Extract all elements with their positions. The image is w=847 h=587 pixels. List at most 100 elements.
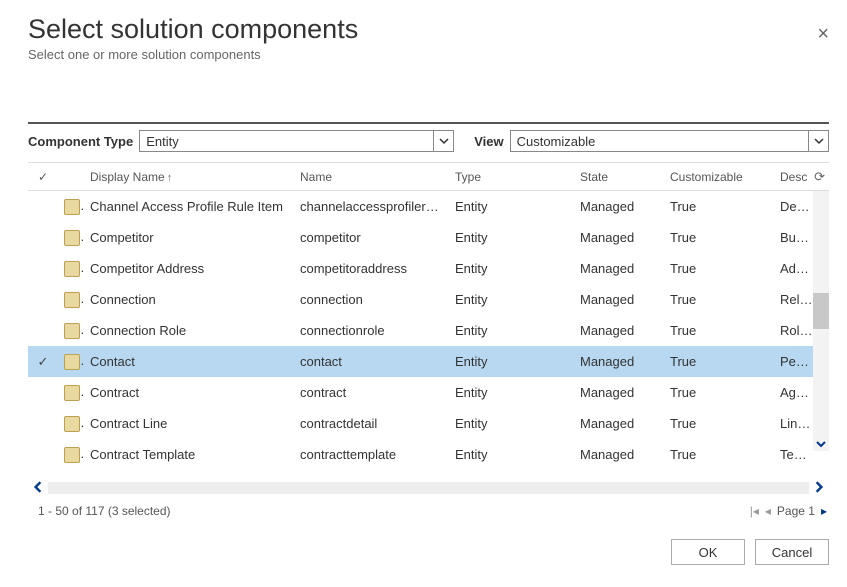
component-type-select[interactable]: Entity [139,130,454,152]
cell-display-name: Contact [84,354,294,369]
components-grid: ✓ Display Name↑ Name Type State Customiz… [28,162,829,476]
cell-name: channelaccessprofileruleite... [294,199,449,214]
contract-line-icon [58,415,84,432]
scroll-left-button[interactable] [28,480,48,497]
dialog-subtitle: Select one or more solution components [28,47,829,62]
filter-bar: Component Type Entity View Customizable [28,122,829,152]
scroll-down-button[interactable] [813,435,829,453]
first-page-button[interactable]: |◂ [750,504,759,518]
connection-icon [58,291,84,308]
table-row[interactable]: Competitor AddresscompetitoraddressEntit… [28,253,829,284]
table-row[interactable]: Connection RoleconnectionroleEntityManag… [28,315,829,346]
cell-state: Managed [574,323,664,338]
scrollbar-thumb[interactable] [813,293,829,329]
check-icon: ✓ [38,354,49,369]
dialog-footer: OK Cancel [28,528,829,569]
competitor-icon [58,229,84,246]
cell-name: competitor [294,230,449,245]
cell-name: contracttemplate [294,447,449,462]
channel-profile-icon [58,198,84,215]
table-row[interactable]: ConnectionconnectionEntityManagedTrueRel… [28,284,829,315]
cell-customizable: True [664,416,774,431]
chevron-down-icon [808,131,828,151]
row-checkbox[interactable]: ✓ [28,354,58,370]
cell-name: connectionrole [294,323,449,338]
contract-icon [58,384,84,401]
cell-display-name: Channel Access Profile Rule Item [84,199,294,214]
cell-customizable: True [664,323,774,338]
col-name[interactable]: Name [294,170,449,184]
dialog-title: Select solution components [28,14,829,45]
col-customizable[interactable]: Customizable [664,170,774,184]
cell-type: Entity [449,323,574,338]
view-label: View [474,134,503,149]
col-type[interactable]: Type [449,170,574,184]
cell-state: Managed [574,354,664,369]
cell-state: Managed [574,292,664,307]
cell-name: contractdetail [294,416,449,431]
col-display-name[interactable]: Display Name↑ [84,170,294,184]
cell-customizable: True [664,354,774,369]
cell-state: Managed [574,447,664,462]
record-range-text: 1 - 50 of 117 (3 selected) [38,504,171,518]
cell-name: contact [294,354,449,369]
connection-role-icon [58,322,84,339]
contact-icon [58,353,84,370]
col-state[interactable]: State [574,170,664,184]
grid-header: ✓ Display Name↑ Name Type State Customiz… [28,163,829,191]
cell-customizable: True [664,199,774,214]
cell-state: Managed [574,416,664,431]
cell-type: Entity [449,447,574,462]
refresh-icon[interactable]: ⟳ [814,169,825,185]
chevron-down-icon [433,131,453,151]
cell-state: Managed [574,385,664,400]
grid-body: Channel Access Profile Rule Itemchannela… [28,191,829,476]
next-page-button[interactable]: ▸ [821,504,827,518]
cell-name: contract [294,385,449,400]
page-label: Page 1 [777,504,815,518]
cell-type: Entity [449,230,574,245]
cell-state: Managed [574,230,664,245]
cell-state: Managed [574,199,664,214]
table-row[interactable]: ✓ContactcontactEntityManagedTruePerson [28,346,829,377]
sort-asc-icon: ↑ [167,172,173,184]
component-type-label: Component Type [28,134,133,149]
view-value: Customizable [517,134,596,149]
cell-display-name: Connection Role [84,323,294,338]
cell-type: Entity [449,385,574,400]
scroll-right-button[interactable] [809,480,829,497]
horizontal-scrollbar[interactable] [28,478,829,498]
select-components-dialog: × Select solution components Select one … [0,0,847,579]
table-row[interactable]: Contract TemplatecontracttemplateEntityM… [28,439,829,470]
ok-button[interactable]: OK [671,539,745,565]
table-row[interactable]: Contract LinecontractdetailEntityManaged… [28,408,829,439]
view-select[interactable]: Customizable [510,130,829,152]
address-icon [58,260,84,277]
cell-display-name: Competitor [84,230,294,245]
prev-page-button[interactable]: ◂ [765,504,771,518]
cell-type: Entity [449,416,574,431]
cell-customizable: True [664,447,774,462]
cell-customizable: True [664,292,774,307]
cell-customizable: True [664,230,774,245]
close-icon[interactable]: × [817,24,829,44]
pager: 1 - 50 of 117 (3 selected) |◂ ◂ Page 1 ▸ [28,498,829,522]
h-scroll-track[interactable] [48,482,809,494]
cell-type: Entity [449,261,574,276]
cell-customizable: True [664,385,774,400]
cell-display-name: Connection [84,292,294,307]
cancel-button[interactable]: Cancel [755,539,829,565]
cell-display-name: Contract Line [84,416,294,431]
cell-name: connection [294,292,449,307]
table-row[interactable]: Channel Access Profile Rule Itemchannela… [28,191,829,222]
cell-display-name: Competitor Address [84,261,294,276]
table-row[interactable]: ContractcontractEntityManagedTrueAgreen [28,377,829,408]
table-row[interactable]: CompetitorcompetitorEntityManagedTrueBus… [28,222,829,253]
cell-type: Entity [449,354,574,369]
col-description[interactable]: Desc [774,170,819,184]
cell-display-name: Contract [84,385,294,400]
cell-state: Managed [574,261,664,276]
select-all-checkbox[interactable]: ✓ [28,170,58,184]
cell-display-name: Contract Template [84,447,294,462]
cell-name: competitoraddress [294,261,449,276]
